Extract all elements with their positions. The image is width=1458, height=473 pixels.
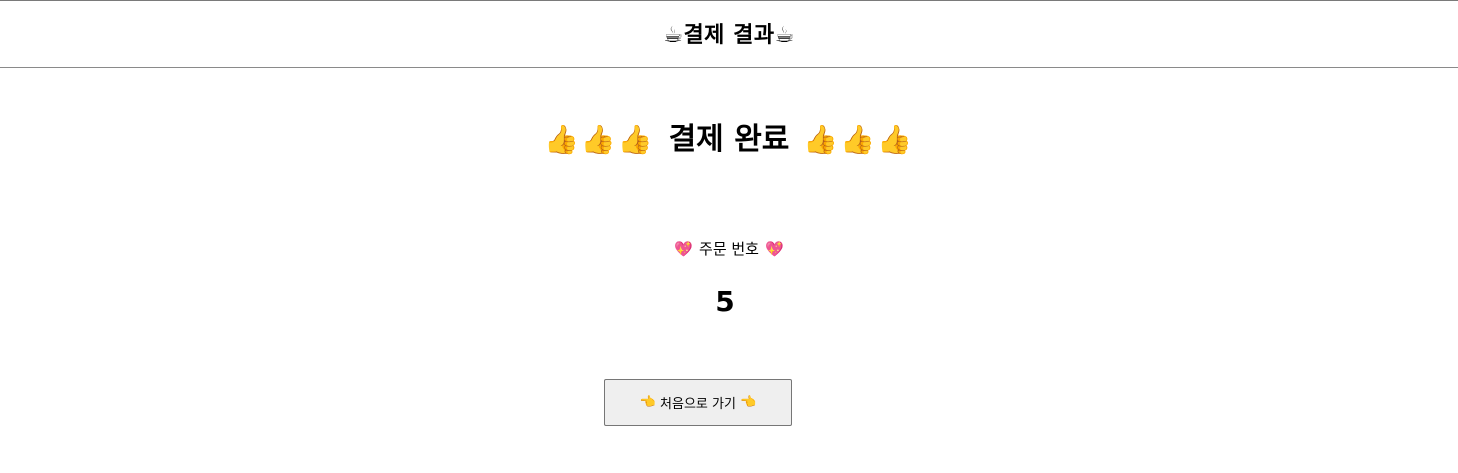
order-number-value: 5 <box>715 285 735 318</box>
payment-complete-heading: 👍👍👍 결제 완료 👍👍👍 <box>0 116 1458 164</box>
page-title-text: 결제 결과 <box>683 22 775 48</box>
go-home-button-label: 처음으로 가기 <box>660 397 736 412</box>
coffee-icon: ☕ <box>663 22 684 48</box>
order-number-label-text: 주문 번호 <box>699 240 759 258</box>
thumbs-up-icon: 👍👍👍 <box>803 123 915 156</box>
page-header: ☕결제 결과☕ <box>0 1 1458 68</box>
sparkling-heart-icon: 💖 <box>674 240 694 258</box>
sparkling-heart-icon: 💖 <box>764 240 784 258</box>
pointing-left-icon: 👈 <box>739 395 757 410</box>
pointing-left-icon: 👈 <box>639 395 657 410</box>
page-title: ☕결제 결과☕ <box>663 17 795 49</box>
payment-complete-text: 결제 완료 <box>668 122 790 157</box>
coffee-icon: ☕ <box>774 22 795 48</box>
thumbs-up-icon: 👍👍👍 <box>543 123 655 156</box>
payment-result-page: ☕결제 결과☕ 👍👍👍 결제 완료 👍👍👍 💖 주문 번호 💖 5 👈 처음으로 가기 👈 <box>0 0 1458 473</box>
order-number-label: 💖 주문 번호 💖 <box>0 238 1458 260</box>
go-home-button[interactable]: 👈 처음으로 가기 👈 <box>604 379 792 426</box>
